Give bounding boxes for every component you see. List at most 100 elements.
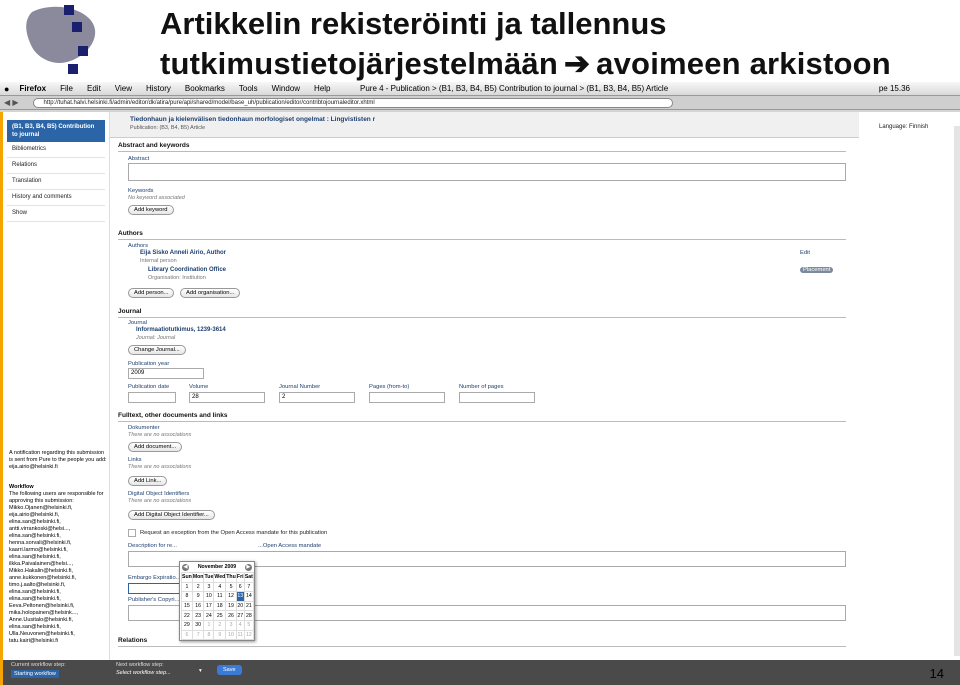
author-name[interactable]: Eija Sisko Anneli Airio, Author: [140, 250, 226, 256]
calendar-day[interactable]: 1: [203, 619, 215, 631]
no-documents-text: There are no associations: [128, 432, 192, 438]
calendar-day[interactable]: 18: [213, 600, 227, 612]
back-forward-icon[interactable]: ◀ ▶: [4, 98, 19, 107]
journalnum-field[interactable]: 2: [279, 392, 355, 403]
add-document-button[interactable]: Add document...: [128, 442, 183, 452]
calendar-day[interactable]: 6: [181, 629, 193, 641]
calendar-day[interactable]: 11: [235, 629, 245, 641]
menu-help[interactable]: Help: [314, 84, 330, 93]
menu-view[interactable]: View: [115, 84, 132, 93]
calendar-day[interactable]: 30: [191, 619, 205, 631]
calendar-day[interactable]: 1: [181, 581, 193, 593]
sidebar-item-bibliometrics[interactable]: Bibliometrics: [7, 142, 105, 158]
calendar-day[interactable]: 26: [225, 610, 237, 621]
menu-tools[interactable]: Tools: [239, 84, 258, 93]
divider: [118, 421, 846, 422]
menu-edit[interactable]: Edit: [87, 84, 101, 93]
sidebar-item-relations[interactable]: Relations: [7, 158, 105, 174]
add-link-button[interactable]: Add Link...: [128, 476, 168, 486]
calendar-day[interactable]: 14: [243, 591, 255, 602]
org-name[interactable]: Library Coordination Office: [148, 267, 226, 273]
language-selector[interactable]: Language: Finnish: [879, 124, 928, 130]
calendar-day[interactable]: 2: [191, 581, 205, 593]
calendar-day[interactable]: 5: [225, 581, 237, 593]
next-step-select[interactable]: Select workflow step...: [116, 670, 171, 676]
calendar-day[interactable]: 2: [213, 619, 227, 631]
calendar-day[interactable]: 20: [235, 600, 245, 612]
pages-field[interactable]: [369, 392, 445, 403]
scrollbar[interactable]: [954, 126, 960, 656]
calendar-day[interactable]: 23: [191, 610, 205, 621]
sidebar-item-show[interactable]: Show: [7, 206, 105, 222]
sidebar-item-contribution[interactable]: (B1, B3, B4, B5) Contribution to journal: [7, 120, 105, 142]
change-journal-button[interactable]: Change Journal...: [128, 345, 186, 355]
next-month-icon[interactable]: ▶: [244, 563, 252, 571]
calendar-day[interactable]: 4: [213, 581, 227, 593]
calendar-day[interactable]: 25: [213, 610, 227, 621]
menu-bookmarks[interactable]: Bookmarks: [185, 84, 225, 93]
calendar-weekday: Sat: [243, 572, 255, 583]
url-bar[interactable]: http://tuhat.halvi.helsinki.fi/admin/edi…: [32, 97, 673, 108]
embargo-field[interactable]: [128, 583, 180, 594]
calendar-day[interactable]: 6: [235, 581, 245, 593]
calendar-day[interactable]: 3: [225, 619, 237, 631]
calendar-day[interactable]: 5: [243, 619, 255, 631]
current-step: Starting workflow: [11, 670, 59, 678]
volume-field[interactable]: 28: [189, 392, 265, 403]
chevron-down-icon[interactable]: ▾: [199, 668, 202, 674]
oa-checkbox[interactable]: [128, 529, 136, 537]
menu-file[interactable]: File: [60, 84, 73, 93]
add-keyword-button[interactable]: Add keyword: [128, 205, 174, 215]
calendar-day[interactable]: 9: [213, 629, 227, 641]
language-label: Language:: [879, 124, 908, 130]
calendar-day[interactable]: 24: [203, 610, 215, 621]
edit-link[interactable]: Edit: [800, 250, 810, 256]
sidebar-item-translation[interactable]: Translation: [7, 174, 105, 190]
menu-firefox[interactable]: Firefox: [19, 84, 46, 93]
calendar-day[interactable]: 16: [191, 600, 205, 612]
calendar-day[interactable]: 12: [225, 591, 237, 602]
calendar-day[interactable]: 19: [225, 600, 237, 612]
calendar-day[interactable]: 9: [191, 591, 205, 602]
calendar-day[interactable]: 10: [203, 591, 215, 602]
abstract-label: Abstract: [128, 156, 150, 162]
calendar-day[interactable]: 7: [191, 629, 205, 641]
language-value[interactable]: Finnish: [909, 124, 928, 130]
pubyear-field[interactable]: 2009: [128, 368, 204, 379]
prev-month-icon[interactable]: ◀: [182, 563, 189, 571]
menu-history[interactable]: History: [146, 84, 171, 93]
calendar-day[interactable]: 10: [225, 629, 237, 641]
add-person-button[interactable]: Add person...: [128, 288, 175, 298]
numpages-field[interactable]: [459, 392, 535, 403]
calendar-day[interactable]: 3: [203, 581, 215, 593]
calendar-day[interactable]: 8: [203, 629, 215, 641]
calendar-day[interactable]: 27: [235, 610, 245, 621]
add-organisation-button[interactable]: Add organisation...: [180, 288, 241, 298]
apple-icon[interactable]: ●: [4, 84, 9, 94]
calendar-day[interactable]: 11: [213, 591, 227, 602]
journal-name[interactable]: Informaatiotutkimus, 1239-3614: [136, 327, 226, 333]
calendar-day[interactable]: 17: [203, 600, 215, 612]
calendar-day[interactable]: 7: [243, 581, 255, 593]
calendar-day[interactable]: 29: [181, 619, 193, 631]
pure-editor: (B1, B3, B4, B5) Contribution to journal…: [0, 112, 960, 685]
placement-badge[interactable]: Placement: [800, 267, 834, 273]
pubdate-field[interactable]: [128, 392, 176, 403]
calendar-day[interactable]: 15: [181, 600, 193, 612]
sidebar-item-history[interactable]: History and comments: [7, 190, 105, 206]
calendar-day[interactable]: 21: [243, 600, 255, 612]
calendar-day[interactable]: 22: [181, 610, 193, 621]
title-line2b: avoimeen arkistoon: [596, 46, 891, 81]
calendar-day[interactable]: 28: [243, 610, 255, 621]
abstract-field[interactable]: [128, 163, 846, 181]
add-doi-button[interactable]: Add Digital Object Identifier...: [128, 510, 215, 520]
calendar-day[interactable]: 4: [235, 619, 245, 631]
calendar-day[interactable]: 12: [243, 629, 255, 641]
notification-text: A notification regarding this submission…: [9, 450, 107, 470]
save-button[interactable]: Save: [217, 665, 242, 675]
date-picker[interactable]: ◀ November 2009 ▶ Sun Mon Tue Wed Thu Fri Sat …: [179, 561, 255, 641]
calendar-weekday: Thu: [225, 572, 237, 583]
menu-window[interactable]: Window: [272, 84, 300, 93]
calendar-day[interactable]: 8: [181, 591, 193, 602]
calendar-day[interactable]: 13: [235, 591, 245, 602]
